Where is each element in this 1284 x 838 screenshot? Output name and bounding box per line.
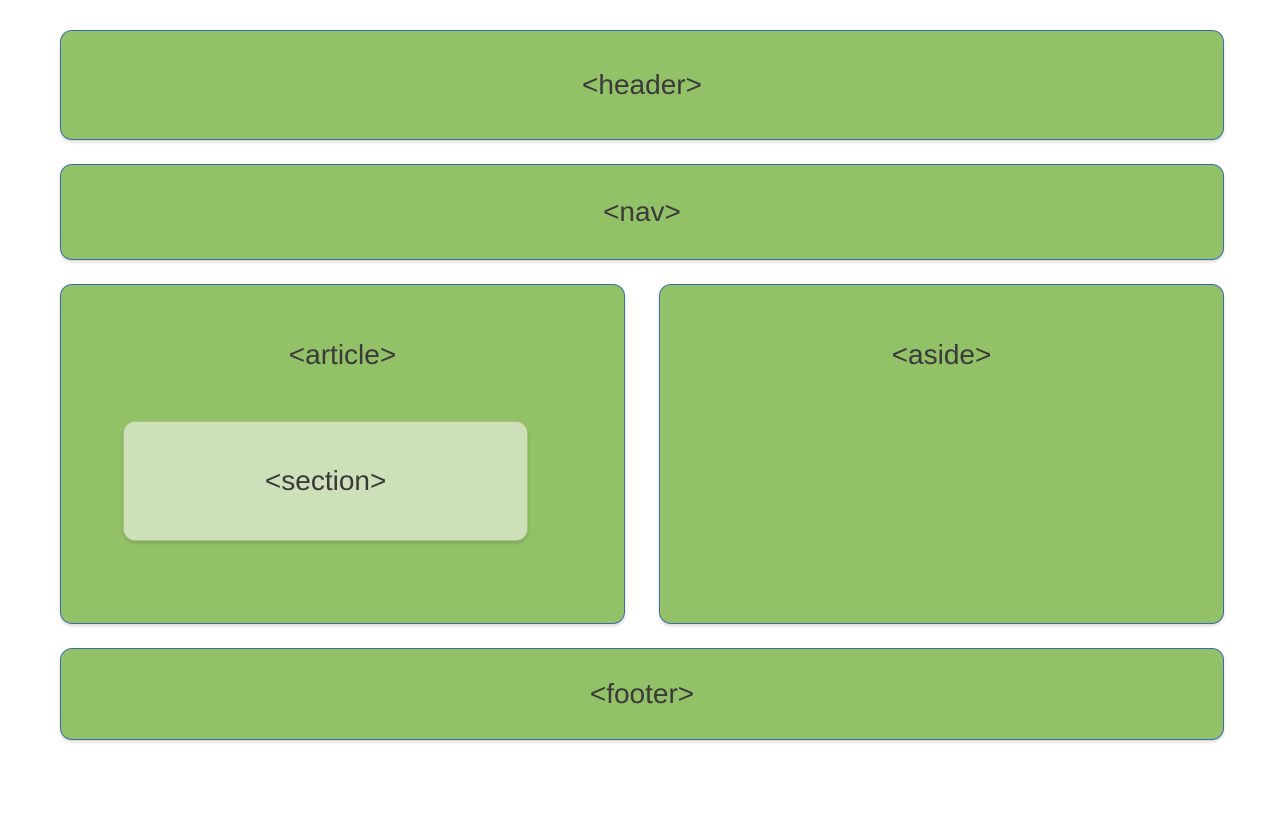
nav-label: <nav> [603, 196, 681, 228]
section-block: <section> [123, 421, 528, 541]
aside-block: <aside> [659, 284, 1224, 624]
article-block: <article> <section> [60, 284, 625, 624]
footer-block: <footer> [60, 648, 1224, 740]
section-label: <section> [265, 465, 386, 497]
nav-block: <nav> [60, 164, 1224, 260]
aside-label: <aside> [892, 339, 992, 371]
header-block: <header> [60, 30, 1224, 140]
header-label: <header> [582, 69, 702, 101]
layout-diagram: <header> <nav> <article> <section> <asid… [60, 30, 1224, 740]
footer-label: <footer> [590, 678, 694, 710]
middle-row: <article> <section> <aside> [60, 284, 1224, 624]
article-label: <article> [289, 339, 396, 371]
